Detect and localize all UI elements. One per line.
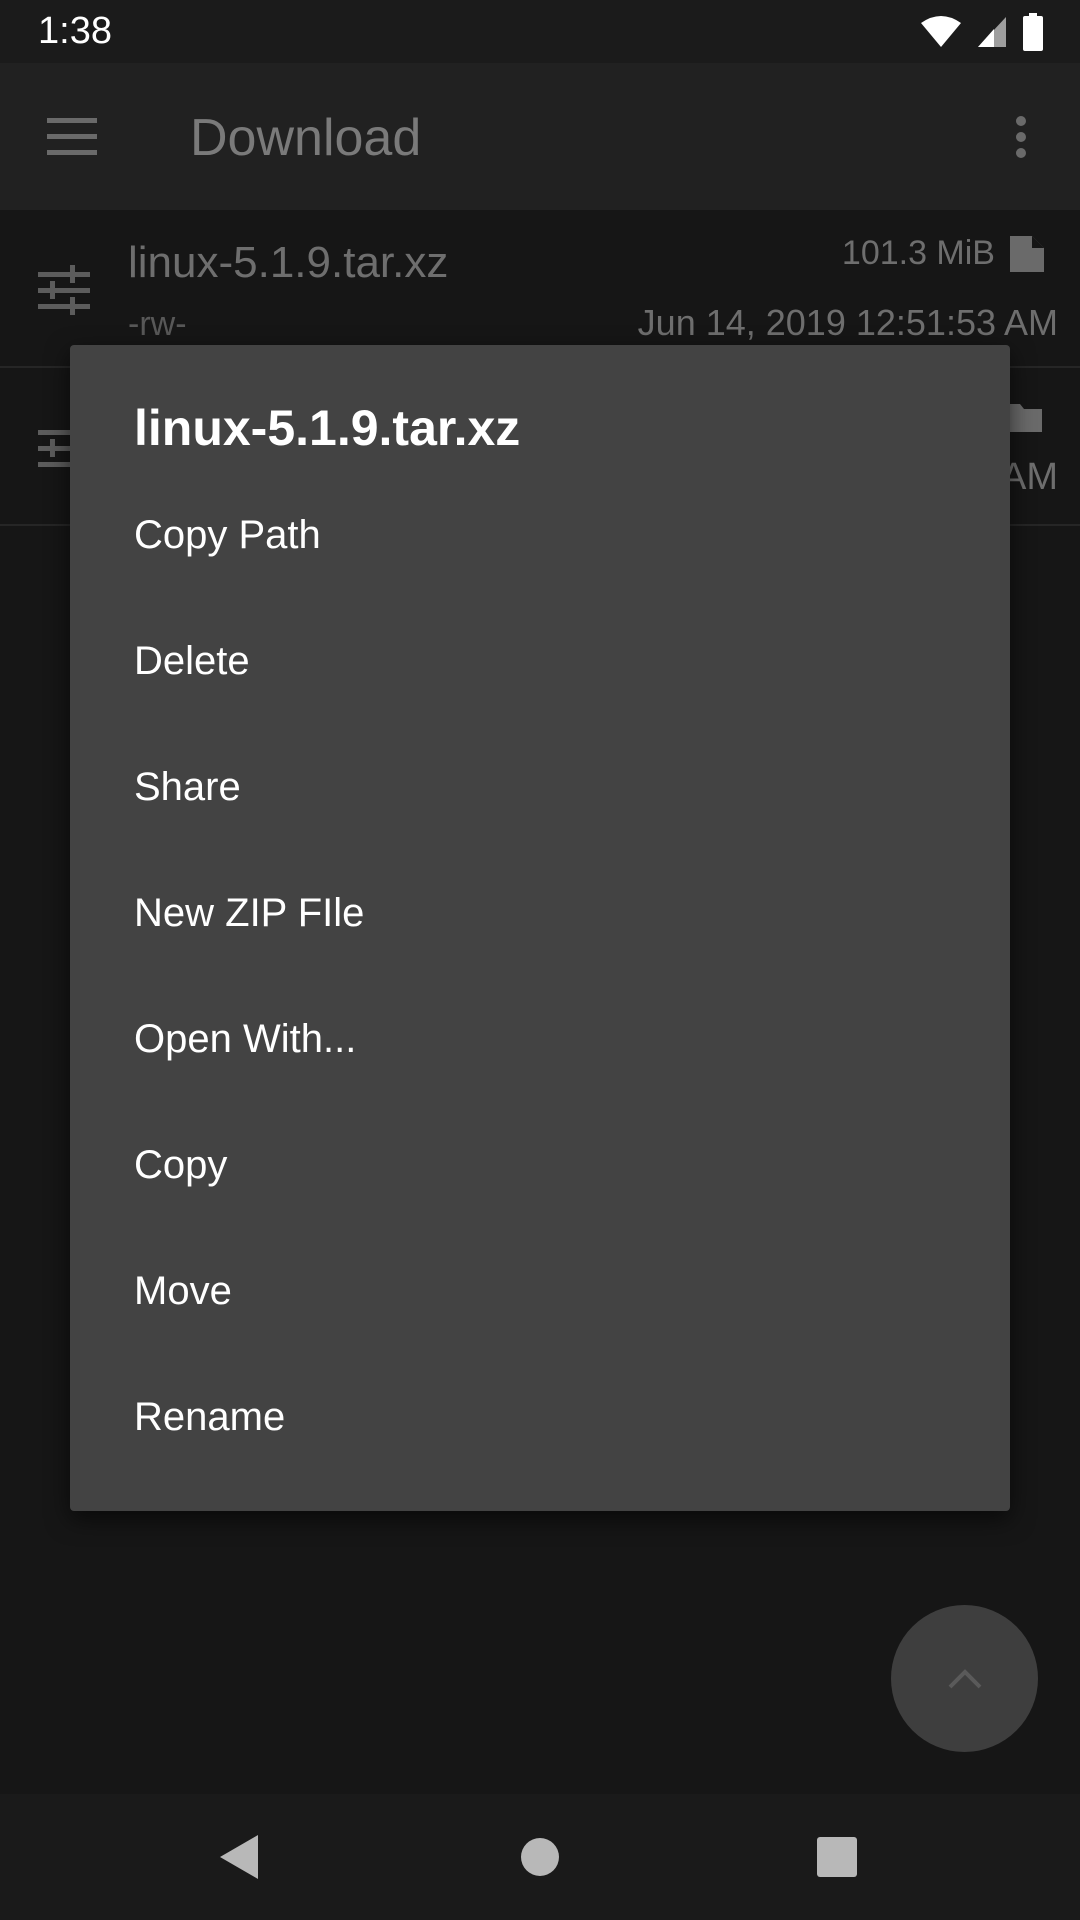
home-button[interactable] <box>505 1824 575 1890</box>
folder-icon <box>1008 404 1042 432</box>
screen: 1:38 Download linux-5.1.9.tar.xz -rw- 10… <box>0 0 1080 1920</box>
back-button[interactable] <box>205 1824 275 1890</box>
cell-signal-icon <box>978 17 1006 47</box>
status-time: 1:38 <box>38 10 112 52</box>
recents-button[interactable] <box>802 1824 872 1890</box>
scroll-up-fab[interactable] <box>891 1605 1038 1752</box>
file-date: Jun 14, 2019 12:51:53 AM <box>637 302 1058 343</box>
wifi-icon <box>921 16 961 47</box>
menu-item-move[interactable]: Move <box>70 1228 1010 1354</box>
dialog-title: linux-5.1.9.tar.xz <box>134 400 521 456</box>
status-bar: 1:38 <box>0 0 1080 63</box>
battery-icon <box>1023 13 1043 51</box>
menu-list: Copy Path Delete Share New ZIP FIle Open… <box>70 472 1010 1480</box>
tune-settings-icon[interactable] <box>36 262 92 318</box>
file-permissions: -rw- <box>128 305 187 343</box>
overflow-menu-button[interactable] <box>988 104 1054 170</box>
context-menu-dialog: linux-5.1.9.tar.xz Copy Path Delete Shar… <box>70 345 1010 1511</box>
back-icon <box>220 1835 258 1879</box>
menu-item-share[interactable]: Share <box>70 724 1010 850</box>
status-icons <box>920 12 1044 52</box>
menu-item-rename[interactable]: Rename <box>70 1354 1010 1480</box>
file-size: 101.3 MiB <box>841 234 995 272</box>
home-icon <box>521 1838 559 1876</box>
app-bar: Download <box>0 63 1080 210</box>
menu-item-copy-path[interactable]: Copy Path <box>70 472 1010 598</box>
menu-button[interactable] <box>28 104 116 170</box>
menu-item-delete[interactable]: Delete <box>70 598 1010 724</box>
more-vert-icon <box>1016 116 1026 158</box>
app-title: Download <box>190 109 422 167</box>
file-icon <box>1010 236 1044 272</box>
menu-item-copy[interactable]: Copy <box>70 1102 1010 1228</box>
hamburger-menu-icon <box>47 118 97 155</box>
chevron-up-icon <box>948 1668 981 1688</box>
file-name: linux-5.1.9.tar.xz <box>128 238 449 287</box>
menu-item-new-zip-file[interactable]: New ZIP FIle <box>70 850 1010 976</box>
navigation-bar <box>0 1794 1080 1920</box>
recents-icon <box>817 1837 857 1877</box>
menu-item-open-with[interactable]: Open With... <box>70 976 1010 1102</box>
